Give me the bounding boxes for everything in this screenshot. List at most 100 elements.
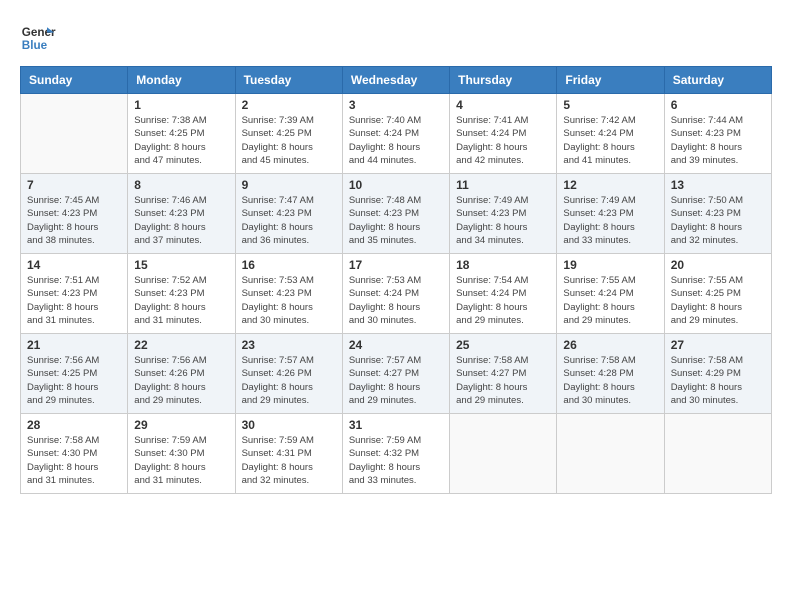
day-number: 23 bbox=[242, 338, 336, 352]
header-wednesday: Wednesday bbox=[342, 67, 449, 94]
day-info: Sunrise: 7:45 AM Sunset: 4:23 PM Dayligh… bbox=[27, 194, 121, 247]
day-info: Sunrise: 7:59 AM Sunset: 4:32 PM Dayligh… bbox=[349, 434, 443, 487]
day-cell: 18 Sunrise: 7:54 AM Sunset: 4:24 PM Dayli… bbox=[450, 254, 557, 334]
day-number: 10 bbox=[349, 178, 443, 192]
day-info: Sunrise: 7:55 AM Sunset: 4:24 PM Dayligh… bbox=[563, 274, 657, 327]
day-info: Sunrise: 7:50 AM Sunset: 4:23 PM Dayligh… bbox=[671, 194, 765, 247]
day-info: Sunrise: 7:44 AM Sunset: 4:23 PM Dayligh… bbox=[671, 114, 765, 167]
day-cell: 9 Sunrise: 7:47 AM Sunset: 4:23 PM Daylig… bbox=[235, 174, 342, 254]
day-info: Sunrise: 7:38 AM Sunset: 4:25 PM Dayligh… bbox=[134, 114, 228, 167]
day-number: 25 bbox=[456, 338, 550, 352]
day-cell: 4 Sunrise: 7:41 AM Sunset: 4:24 PM Daylig… bbox=[450, 94, 557, 174]
day-info: Sunrise: 7:59 AM Sunset: 4:31 PM Dayligh… bbox=[242, 434, 336, 487]
day-number: 1 bbox=[134, 98, 228, 112]
day-info: Sunrise: 7:53 AM Sunset: 4:23 PM Dayligh… bbox=[242, 274, 336, 327]
day-cell: 2 Sunrise: 7:39 AM Sunset: 4:25 PM Daylig… bbox=[235, 94, 342, 174]
day-number: 11 bbox=[456, 178, 550, 192]
week-row-3: 14 Sunrise: 7:51 AM Sunset: 4:23 PM Dayli… bbox=[21, 254, 772, 334]
day-info: Sunrise: 7:49 AM Sunset: 4:23 PM Dayligh… bbox=[456, 194, 550, 247]
calendar-table: SundayMondayTuesdayWednesdayThursdayFrid… bbox=[20, 66, 772, 494]
day-cell: 1 Sunrise: 7:38 AM Sunset: 4:25 PM Daylig… bbox=[128, 94, 235, 174]
page-header: General Blue bbox=[20, 20, 772, 56]
day-info: Sunrise: 7:59 AM Sunset: 4:30 PM Dayligh… bbox=[134, 434, 228, 487]
day-number: 21 bbox=[27, 338, 121, 352]
day-info: Sunrise: 7:56 AM Sunset: 4:26 PM Dayligh… bbox=[134, 354, 228, 407]
day-info: Sunrise: 7:55 AM Sunset: 4:25 PM Dayligh… bbox=[671, 274, 765, 327]
day-number: 14 bbox=[27, 258, 121, 272]
day-info: Sunrise: 7:56 AM Sunset: 4:25 PM Dayligh… bbox=[27, 354, 121, 407]
day-number: 5 bbox=[563, 98, 657, 112]
day-info: Sunrise: 7:39 AM Sunset: 4:25 PM Dayligh… bbox=[242, 114, 336, 167]
header-friday: Friday bbox=[557, 67, 664, 94]
svg-text:General: General bbox=[22, 26, 56, 39]
day-cell: 12 Sunrise: 7:49 AM Sunset: 4:23 PM Dayli… bbox=[557, 174, 664, 254]
day-cell: 23 Sunrise: 7:57 AM Sunset: 4:26 PM Dayli… bbox=[235, 334, 342, 414]
day-cell: 31 Sunrise: 7:59 AM Sunset: 4:32 PM Dayli… bbox=[342, 414, 449, 494]
day-number: 4 bbox=[456, 98, 550, 112]
day-number: 31 bbox=[349, 418, 443, 432]
day-cell: 22 Sunrise: 7:56 AM Sunset: 4:26 PM Dayli… bbox=[128, 334, 235, 414]
day-number: 19 bbox=[563, 258, 657, 272]
day-number: 13 bbox=[671, 178, 765, 192]
day-cell: 19 Sunrise: 7:55 AM Sunset: 4:24 PM Dayli… bbox=[557, 254, 664, 334]
day-number: 6 bbox=[671, 98, 765, 112]
day-cell: 17 Sunrise: 7:53 AM Sunset: 4:24 PM Dayli… bbox=[342, 254, 449, 334]
day-cell: 26Sunrise: 7:58 AM Sunset: 4:28 PM Dayli… bbox=[557, 334, 664, 414]
day-number: 16 bbox=[242, 258, 336, 272]
day-info: Sunrise: 7:40 AM Sunset: 4:24 PM Dayligh… bbox=[349, 114, 443, 167]
week-row-5: 28Sunrise: 7:58 AM Sunset: 4:30 PM Dayli… bbox=[21, 414, 772, 494]
week-row-1: 1 Sunrise: 7:38 AM Sunset: 4:25 PM Daylig… bbox=[21, 94, 772, 174]
day-info: Sunrise: 7:54 AM Sunset: 4:24 PM Dayligh… bbox=[456, 274, 550, 327]
day-number: 28 bbox=[27, 418, 121, 432]
header-monday: Monday bbox=[128, 67, 235, 94]
day-info: Sunrise: 7:57 AM Sunset: 4:27 PM Dayligh… bbox=[349, 354, 443, 407]
week-row-4: 21 Sunrise: 7:56 AM Sunset: 4:25 PM Dayli… bbox=[21, 334, 772, 414]
day-cell: 25 Sunrise: 7:58 AM Sunset: 4:27 PM Dayli… bbox=[450, 334, 557, 414]
day-cell: 15 Sunrise: 7:52 AM Sunset: 4:23 PM Dayli… bbox=[128, 254, 235, 334]
day-cell: 14 Sunrise: 7:51 AM Sunset: 4:23 PM Dayli… bbox=[21, 254, 128, 334]
day-info: Sunrise: 7:47 AM Sunset: 4:23 PM Dayligh… bbox=[242, 194, 336, 247]
day-info: Sunrise: 7:41 AM Sunset: 4:24 PM Dayligh… bbox=[456, 114, 550, 167]
day-info: Sunrise: 7:49 AM Sunset: 4:23 PM Dayligh… bbox=[563, 194, 657, 247]
day-cell: 3 Sunrise: 7:40 AM Sunset: 4:24 PM Daylig… bbox=[342, 94, 449, 174]
day-info: Sunrise: 7:48 AM Sunset: 4:23 PM Dayligh… bbox=[349, 194, 443, 247]
day-number: 2 bbox=[242, 98, 336, 112]
day-info: Sunrise: 7:57 AM Sunset: 4:26 PM Dayligh… bbox=[242, 354, 336, 407]
day-number: 27 bbox=[671, 338, 765, 352]
day-cell: 5 Sunrise: 7:42 AM Sunset: 4:24 PM Daylig… bbox=[557, 94, 664, 174]
day-cell bbox=[664, 414, 771, 494]
header-row: SundayMondayTuesdayWednesdayThursdayFrid… bbox=[21, 67, 772, 94]
day-number: 30 bbox=[242, 418, 336, 432]
day-cell: 30 Sunrise: 7:59 AM Sunset: 4:31 PM Dayli… bbox=[235, 414, 342, 494]
day-cell: 16 Sunrise: 7:53 AM Sunset: 4:23 PM Dayli… bbox=[235, 254, 342, 334]
day-cell bbox=[21, 94, 128, 174]
day-cell bbox=[450, 414, 557, 494]
header-thursday: Thursday bbox=[450, 67, 557, 94]
day-cell: 29 Sunrise: 7:59 AM Sunset: 4:30 PM Dayli… bbox=[128, 414, 235, 494]
svg-text:Blue: Blue bbox=[22, 39, 48, 52]
logo: General Blue bbox=[20, 20, 56, 56]
day-number: 20 bbox=[671, 258, 765, 272]
day-info: Sunrise: 7:52 AM Sunset: 4:23 PM Dayligh… bbox=[134, 274, 228, 327]
logo-icon: General Blue bbox=[20, 20, 56, 56]
day-info: Sunrise: 7:42 AM Sunset: 4:24 PM Dayligh… bbox=[563, 114, 657, 167]
day-info: Sunrise: 7:53 AM Sunset: 4:24 PM Dayligh… bbox=[349, 274, 443, 327]
day-number: 7 bbox=[27, 178, 121, 192]
day-number: 12 bbox=[563, 178, 657, 192]
day-cell: 11 Sunrise: 7:49 AM Sunset: 4:23 PM Dayli… bbox=[450, 174, 557, 254]
day-number: 26 bbox=[563, 338, 657, 352]
day-info: Sunrise: 7:51 AM Sunset: 4:23 PM Dayligh… bbox=[27, 274, 121, 327]
day-number: 8 bbox=[134, 178, 228, 192]
day-info: Sunrise: 7:58 AM Sunset: 4:29 PM Dayligh… bbox=[671, 354, 765, 407]
day-number: 24 bbox=[349, 338, 443, 352]
day-number: 9 bbox=[242, 178, 336, 192]
day-cell: 21 Sunrise: 7:56 AM Sunset: 4:25 PM Dayli… bbox=[21, 334, 128, 414]
day-number: 15 bbox=[134, 258, 228, 272]
day-number: 22 bbox=[134, 338, 228, 352]
day-number: 3 bbox=[349, 98, 443, 112]
day-info: Sunrise: 7:58 AM Sunset: 4:27 PM Dayligh… bbox=[456, 354, 550, 407]
day-number: 18 bbox=[456, 258, 550, 272]
day-number: 17 bbox=[349, 258, 443, 272]
day-number: 29 bbox=[134, 418, 228, 432]
day-cell: 8Sunrise: 7:46 AM Sunset: 4:23 PM Daylig… bbox=[128, 174, 235, 254]
